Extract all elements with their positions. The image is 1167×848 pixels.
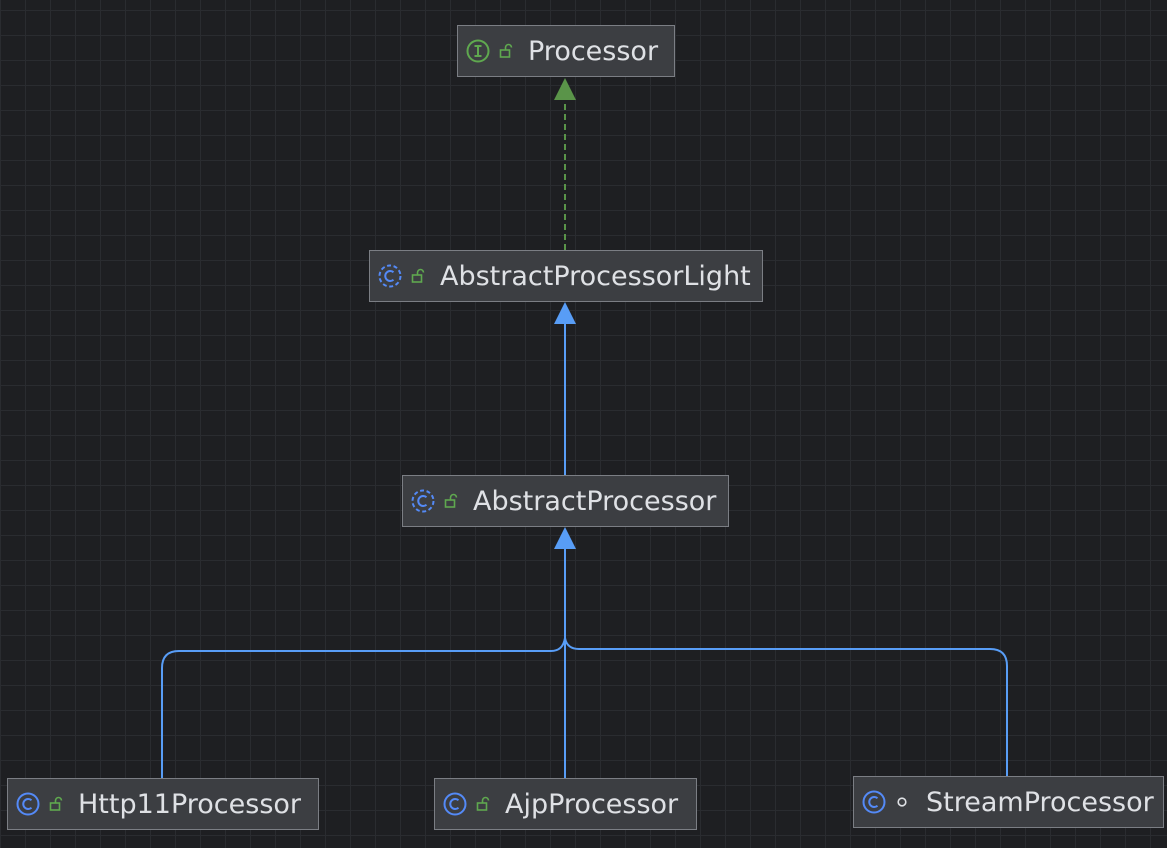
public-lock-icon	[476, 796, 490, 811]
public-lock-icon	[499, 43, 513, 58]
ajp-processor-node[interactable]: AjpProcessor	[434, 778, 697, 830]
abstract-processor-node[interactable]: AbstractProcessor	[402, 475, 729, 527]
processor-node-label: Processor	[528, 35, 659, 67]
inheritance-arrowhead	[554, 527, 576, 549]
abstract-class-icon	[411, 489, 435, 513]
processor-node[interactable]: Processor	[457, 25, 675, 77]
public-lock-icon	[444, 493, 458, 508]
http11-processor-node[interactable]: Http11Processor	[7, 778, 319, 830]
class-icon	[16, 792, 40, 816]
class-icon	[862, 790, 886, 814]
interface-icon	[466, 39, 490, 63]
public-lock-icon	[411, 268, 425, 283]
abstract-processor-light-node-label: AbstractProcessorLight	[440, 260, 751, 292]
abstract-processor-light-node[interactable]: AbstractProcessorLight	[369, 250, 763, 302]
stream-processor-node[interactable]: StreamProcessor	[853, 776, 1164, 828]
ajp-processor-node-label: AjpProcessor	[505, 788, 679, 820]
inheritance-edge-stream	[564, 637, 1008, 776]
inheritance-arrowhead	[554, 302, 576, 324]
http11-processor-node-label: Http11Processor	[78, 788, 302, 820]
abstract-processor-node-label: AbstractProcessor	[473, 485, 717, 517]
inheritance-edge-http11	[161, 637, 566, 778]
abstract-class-icon	[378, 264, 402, 288]
public-lock-icon	[49, 796, 63, 811]
package-private-icon	[897, 797, 907, 807]
stream-processor-node-label: StreamProcessor	[926, 786, 1154, 818]
class-icon	[443, 792, 467, 816]
hierarchy-edges	[161, 78, 1008, 778]
realization-arrowhead	[554, 78, 576, 100]
